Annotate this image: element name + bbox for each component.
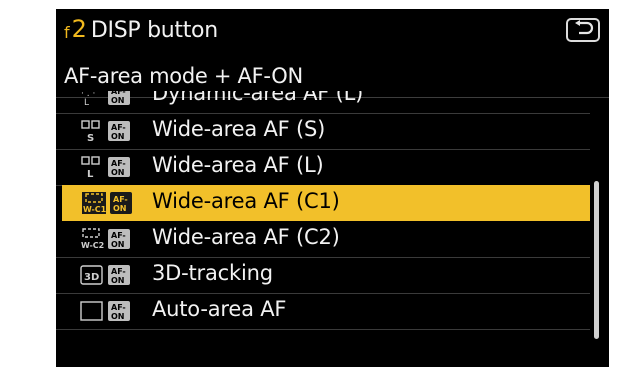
list-item[interactable]: W-C2 AF- ON Wide-area AF (C2) — [56, 221, 590, 258]
return-arrow-icon — [572, 20, 594, 40]
page-title: DISP button — [90, 18, 218, 43]
svg-text:ON: ON — [111, 276, 125, 285]
list-item[interactable]: 3D AF- ON 3D-tracking — [56, 257, 590, 294]
list-item-label: Wide-area AF (L) — [152, 153, 324, 177]
mode-glyph: S — [87, 133, 94, 143]
list-item[interactable]: S AF- ON Wide-area AF (S) — [56, 113, 590, 150]
menu-number: 2 — [71, 15, 87, 43]
mode-glyph: W-C2 — [81, 241, 104, 250]
wide-area-c1-af-on-icon: W-C1 AF- ON — [80, 191, 136, 215]
wide-area-c2-af-on-icon: W-C2 AF- ON — [78, 227, 134, 251]
svg-text:ON: ON — [111, 96, 125, 105]
list-item[interactable]: AF- ON Auto-area AF — [56, 293, 590, 330]
auto-area-af-on-icon: AF- ON — [78, 299, 134, 323]
svg-text:ON: ON — [111, 132, 125, 141]
scrollbar[interactable] — [594, 181, 599, 339]
list-item-selected[interactable]: W-C1 AF- ON Wide-area AF (C1) — [62, 185, 590, 221]
menu-tag: f — [64, 23, 70, 42]
wide-area-l-af-on-icon: L AF- ON — [78, 155, 134, 180]
svg-text:AF-: AF- — [111, 159, 126, 168]
svg-text:AF-: AF- — [111, 267, 126, 276]
list-item-label: Wide-area AF (C1) — [152, 189, 340, 213]
list-item-label: 3D-tracking — [152, 261, 273, 285]
mode-glyph: 3D — [84, 272, 99, 283]
list-item-label: Dynamic-area AF (L) — [152, 91, 364, 105]
list-item-label: Auto-area AF — [152, 297, 287, 321]
svg-text:ON: ON — [111, 240, 125, 249]
mode-glyph: L — [84, 98, 89, 107]
menu-list: · ⁚ · L AF- ON Dynamic-area AF (L) S AF-… — [56, 91, 609, 367]
header-title-group: f 2 DISP button — [64, 15, 218, 45]
dynamic-area-l-af-on-icon: · ⁚ · L AF- ON — [78, 91, 134, 108]
svg-text:ON: ON — [111, 168, 125, 177]
camera-menu-screen: f 2 DISP button AF-area mode + AF-ON · ⁚… — [56, 9, 609, 367]
svg-text:AF-: AF- — [111, 231, 126, 240]
list-item-label: Wide-area AF (S) — [152, 117, 326, 141]
svg-text:ON: ON — [111, 312, 125, 321]
mode-glyph: L — [87, 169, 94, 179]
menu-header: f 2 DISP button — [56, 9, 609, 51]
list-item-label: Wide-area AF (C2) — [152, 225, 340, 249]
wide-area-s-af-on-icon: S AF- ON — [78, 119, 134, 144]
list-item[interactable]: L AF- ON Wide-area AF (L) — [56, 149, 590, 186]
svg-text:AF-: AF- — [111, 123, 126, 132]
submenu-title: AF-area mode + AF-ON — [64, 64, 303, 88]
list-item[interactable]: · ⁚ · L AF- ON Dynamic-area AF (L) — [56, 91, 590, 114]
svg-text:ON: ON — [113, 204, 127, 213]
3d-tracking-af-on-icon: 3D AF- ON — [78, 263, 134, 287]
svg-text:AF-: AF- — [111, 303, 126, 312]
mode-glyph: W-C1 — [83, 205, 107, 214]
back-button[interactable] — [566, 18, 600, 42]
svg-text:AF-: AF- — [113, 195, 128, 204]
